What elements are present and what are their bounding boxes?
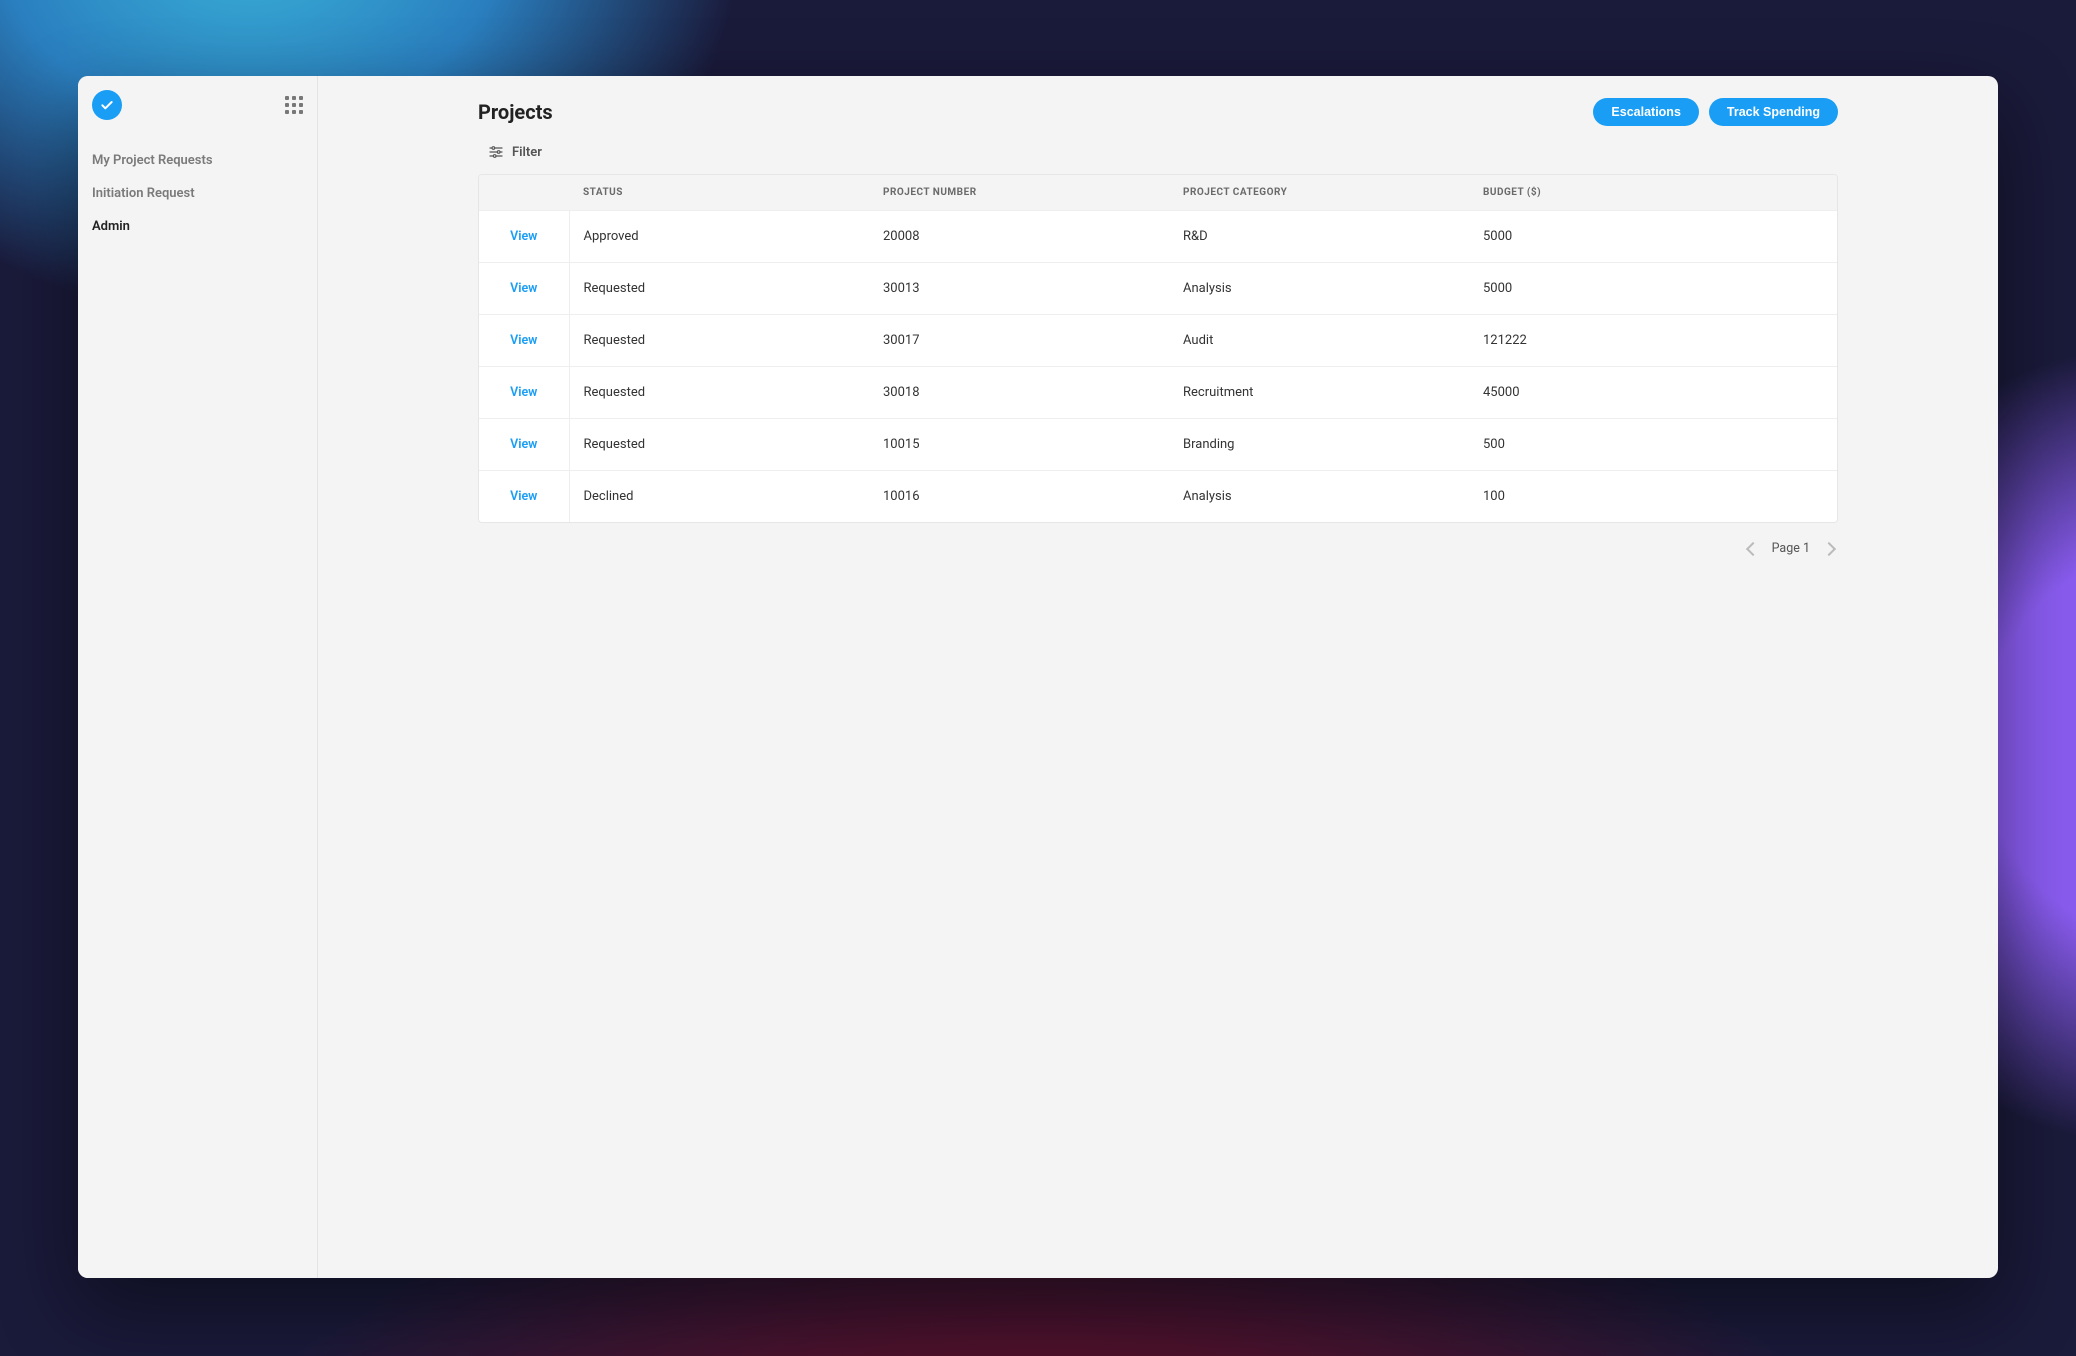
row-budget: 5000 <box>1469 263 1837 315</box>
app-window: My Project Requests Initiation Request A… <box>78 76 1998 1278</box>
row-project-category: Branding <box>1169 419 1469 471</box>
page-header: Projects Escalations Track Spending <box>478 98 1838 126</box>
col-status-header: STATUS <box>569 175 869 211</box>
filter-icon <box>488 144 504 160</box>
table-row: View Requested30018Recruitment45000 <box>479 367 1837 419</box>
projects-table: STATUS PROJECT NUMBER PROJECT CATEGORY B… <box>478 174 1838 523</box>
main-content: Projects Escalations Track Spending Filt… <box>318 76 1998 1278</box>
page-indicator: Page 1 <box>1772 541 1810 556</box>
view-link[interactable]: View <box>510 281 537 296</box>
row-project-category: Recruitment <box>1169 367 1469 419</box>
row-status: Requested <box>569 419 869 471</box>
row-budget: 500 <box>1469 419 1837 471</box>
table-row: View Approved20008R&D5000 <box>479 211 1837 263</box>
col-project-number-header: PROJECT NUMBER <box>869 175 1169 211</box>
sidebar-item-my-project-requests[interactable]: My Project Requests <box>78 144 317 177</box>
row-project-number: 30018 <box>869 367 1169 419</box>
filter-button[interactable]: Filter <box>478 140 552 174</box>
row-action-cell: View <box>479 315 569 367</box>
view-link[interactable]: View <box>510 489 537 504</box>
row-status: Requested <box>569 367 869 419</box>
row-project-category: Analysis <box>1169 471 1469 523</box>
sidebar-item-label: Initiation Request <box>92 186 195 201</box>
page-next-icon[interactable] <box>1822 541 1836 555</box>
sidebar-item-label: Admin <box>92 219 130 234</box>
header-actions: Escalations Track Spending <box>1593 98 1838 126</box>
filter-label: Filter <box>512 145 542 160</box>
row-budget: 45000 <box>1469 367 1837 419</box>
row-action-cell: View <box>479 367 569 419</box>
table-header-row: STATUS PROJECT NUMBER PROJECT CATEGORY B… <box>479 175 1837 211</box>
row-budget: 5000 <box>1469 211 1837 263</box>
sidebar-item-initiation-request[interactable]: Initiation Request <box>78 177 317 210</box>
table-row: View Requested30013Analysis5000 <box>479 263 1837 315</box>
sidebar-item-label: My Project Requests <box>92 153 213 168</box>
sidebar-item-admin[interactable]: Admin <box>78 210 317 243</box>
col-project-category-header: PROJECT CATEGORY <box>1169 175 1469 211</box>
escalations-button[interactable]: Escalations <box>1593 98 1698 126</box>
row-project-category: Analysis <box>1169 263 1469 315</box>
table-row: View Requested30017Audit121222 <box>479 315 1837 367</box>
row-project-category: R&D <box>1169 211 1469 263</box>
row-project-number: 10016 <box>869 471 1169 523</box>
page-prev-icon[interactable] <box>1746 541 1760 555</box>
row-status: Requested <box>569 263 869 315</box>
page-title: Projects <box>478 100 553 124</box>
row-project-number: 20008 <box>869 211 1169 263</box>
view-link[interactable]: View <box>510 437 537 452</box>
sidebar-top <box>78 90 317 144</box>
pagination: Page 1 <box>478 523 1838 574</box>
app-logo[interactable] <box>92 90 122 120</box>
sidebar: My Project Requests Initiation Request A… <box>78 76 318 1278</box>
row-status: Requested <box>569 315 869 367</box>
row-project-category: Audit <box>1169 315 1469 367</box>
table-row: View Declined10016Analysis100 <box>479 471 1837 523</box>
row-action-cell: View <box>479 263 569 315</box>
row-budget: 121222 <box>1469 315 1837 367</box>
check-icon <box>99 97 115 113</box>
app-switcher-icon[interactable] <box>285 96 303 114</box>
col-budget-header: BUDGET ($) <box>1469 175 1837 211</box>
row-budget: 100 <box>1469 471 1837 523</box>
row-action-cell: View <box>479 419 569 471</box>
row-action-cell: View <box>479 471 569 523</box>
row-action-cell: View <box>479 211 569 263</box>
row-status: Approved <box>569 211 869 263</box>
view-link[interactable]: View <box>510 229 537 244</box>
row-project-number: 10015 <box>869 419 1169 471</box>
row-project-number: 30013 <box>869 263 1169 315</box>
view-link[interactable]: View <box>510 333 537 348</box>
view-link[interactable]: View <box>510 385 537 400</box>
col-action-header <box>479 175 569 211</box>
table-row: View Requested10015Branding500 <box>479 419 1837 471</box>
row-status: Declined <box>569 471 869 523</box>
track-spending-button[interactable]: Track Spending <box>1709 98 1838 126</box>
row-project-number: 30017 <box>869 315 1169 367</box>
